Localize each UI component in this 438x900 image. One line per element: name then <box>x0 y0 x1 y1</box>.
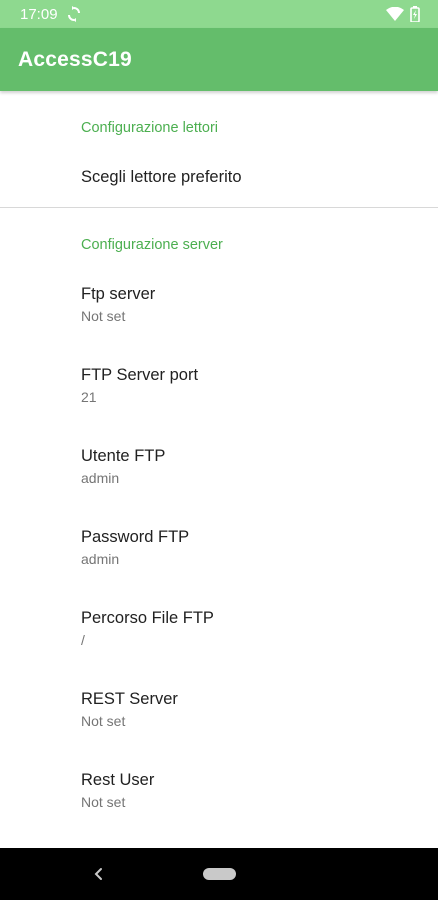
pref-title: Rest User <box>81 771 155 789</box>
category-header-server: Configurazione server <box>81 237 223 253</box>
pref-percorso-file-ftp[interactable]: Percorso File FTP / <box>81 608 422 649</box>
pref-scegli-lettore[interactable]: Scegli lettore preferito <box>81 167 422 187</box>
section-divider <box>0 207 438 208</box>
pref-summary: 21 <box>81 389 97 405</box>
pref-title: Ftp server <box>81 285 156 303</box>
pref-summary: / <box>81 632 85 648</box>
pref-rest-user[interactable]: Rest User Not set <box>81 770 422 811</box>
pref-password-ftp[interactable]: Password FTP admin <box>81 527 422 568</box>
pref-summary: Not set <box>81 308 126 324</box>
app-bar: AccessC19 <box>0 28 438 91</box>
pref-ftp-server-port[interactable]: FTP Server port 21 <box>81 365 422 406</box>
pref-summary: admin <box>81 470 120 486</box>
status-right <box>386 6 420 22</box>
status-time: 17:09 <box>20 5 58 23</box>
home-pill-icon[interactable] <box>203 868 236 880</box>
status-left: 17:09 <box>20 6 80 23</box>
pref-summary: Not set <box>81 794 126 810</box>
pref-title: REST Server <box>81 690 178 708</box>
pref-utente-ftp[interactable]: Utente FTP admin <box>81 446 422 487</box>
preferences-list[interactable]: Configurazione lettori Scegli lettore pr… <box>0 91 438 848</box>
pref-title: Percorso File FTP <box>81 609 214 627</box>
pref-rest-server[interactable]: REST Server Not set <box>81 689 422 730</box>
pref-ftp-server[interactable]: Ftp server Not set <box>81 284 422 325</box>
wifi-icon <box>386 7 404 21</box>
app-title: AccessC19 <box>18 47 132 71</box>
pref-title: Utente FTP <box>81 447 166 465</box>
category-header-lettori: Configurazione lettori <box>81 120 219 136</box>
pref-summary: Not set <box>81 713 126 729</box>
pref-title: Scegli lettore preferito <box>81 168 242 186</box>
sync-icon <box>67 6 80 22</box>
battery-charging-icon <box>410 6 420 22</box>
pref-summary: admin <box>81 551 120 567</box>
pref-title: FTP Server port <box>81 366 199 384</box>
back-icon[interactable] <box>90 864 106 884</box>
status-bar: 17:09 <box>0 0 438 28</box>
pref-title: Password FTP <box>81 528 190 546</box>
navigation-bar <box>0 848 438 900</box>
